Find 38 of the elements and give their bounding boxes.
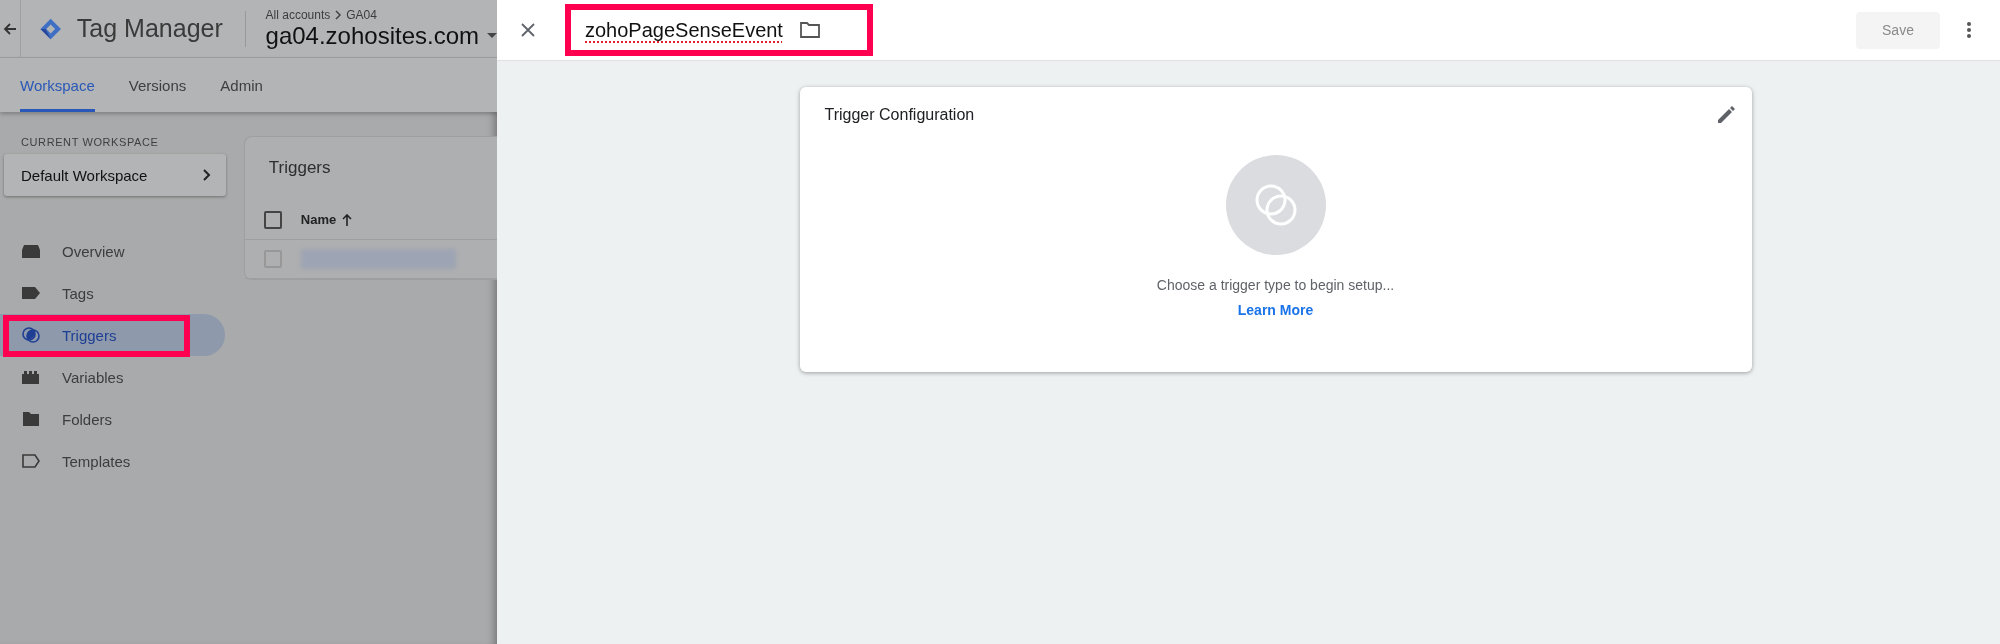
nav-tab[interactable]: Workspace: [20, 58, 95, 112]
back-arrow-icon[interactable]: [3, 21, 18, 36]
workspace-button[interactable]: Default Workspace: [4, 154, 226, 196]
checkbox[interactable]: [263, 210, 282, 229]
sidebar-item[interactable]: Overview: [0, 230, 225, 272]
sidebar-item[interactable]: Tags: [0, 272, 225, 314]
block-icon: [21, 368, 41, 386]
chevron-icon: [334, 9, 343, 20]
dropdown-caret-icon[interactable]: [487, 32, 497, 39]
card-title: Trigger Configuration: [824, 106, 975, 124]
checkbox[interactable]: [263, 250, 282, 268]
close-icon[interactable]: [521, 23, 535, 37]
nav-tab[interactable]: Versions: [128, 58, 187, 112]
section-label: CURRENT WORKSPACE: [21, 136, 160, 148]
trigger-placeholder-icon: [1225, 155, 1326, 255]
breadcrumb-link[interactable]: GA04: [346, 7, 377, 22]
trigger-name-field[interactable]: zohoPageSenseEvent: [585, 18, 783, 42]
tag-icon: [21, 284, 41, 302]
folder-icon: [21, 410, 41, 428]
sidebar-item[interactable]: Templates: [0, 440, 225, 482]
sidebar-item[interactable]: Folders: [0, 398, 225, 440]
container-name[interactable]: ga04.zohosites.com: [265, 21, 479, 50]
panel-title: Triggers: [268, 158, 332, 179]
breadcrumb-link[interactable]: All accounts: [265, 7, 331, 22]
app-title: Tag Manager: [76, 14, 223, 43]
folder-outline-icon[interactable]: [798, 21, 821, 39]
pencil-icon[interactable]: [1715, 105, 1736, 125]
hint-text: Choose a trigger type to begin setup...: [1156, 277, 1395, 293]
learn-more-link[interactable]: Learn More: [1237, 302, 1314, 318]
tray-icon: [21, 242, 41, 260]
sidebar-item[interactable]: Variables: [0, 356, 225, 398]
chevron-right-icon: [202, 168, 212, 182]
tag-outline-icon: [21, 452, 41, 470]
triggers-icon: [21, 326, 41, 344]
sidebar-item[interactable]: Triggers: [0, 314, 225, 356]
more-vertical-icon: [1966, 21, 1972, 39]
column-header[interactable]: Name: [300, 212, 353, 228]
nav-tab[interactable]: Admin: [220, 58, 263, 112]
